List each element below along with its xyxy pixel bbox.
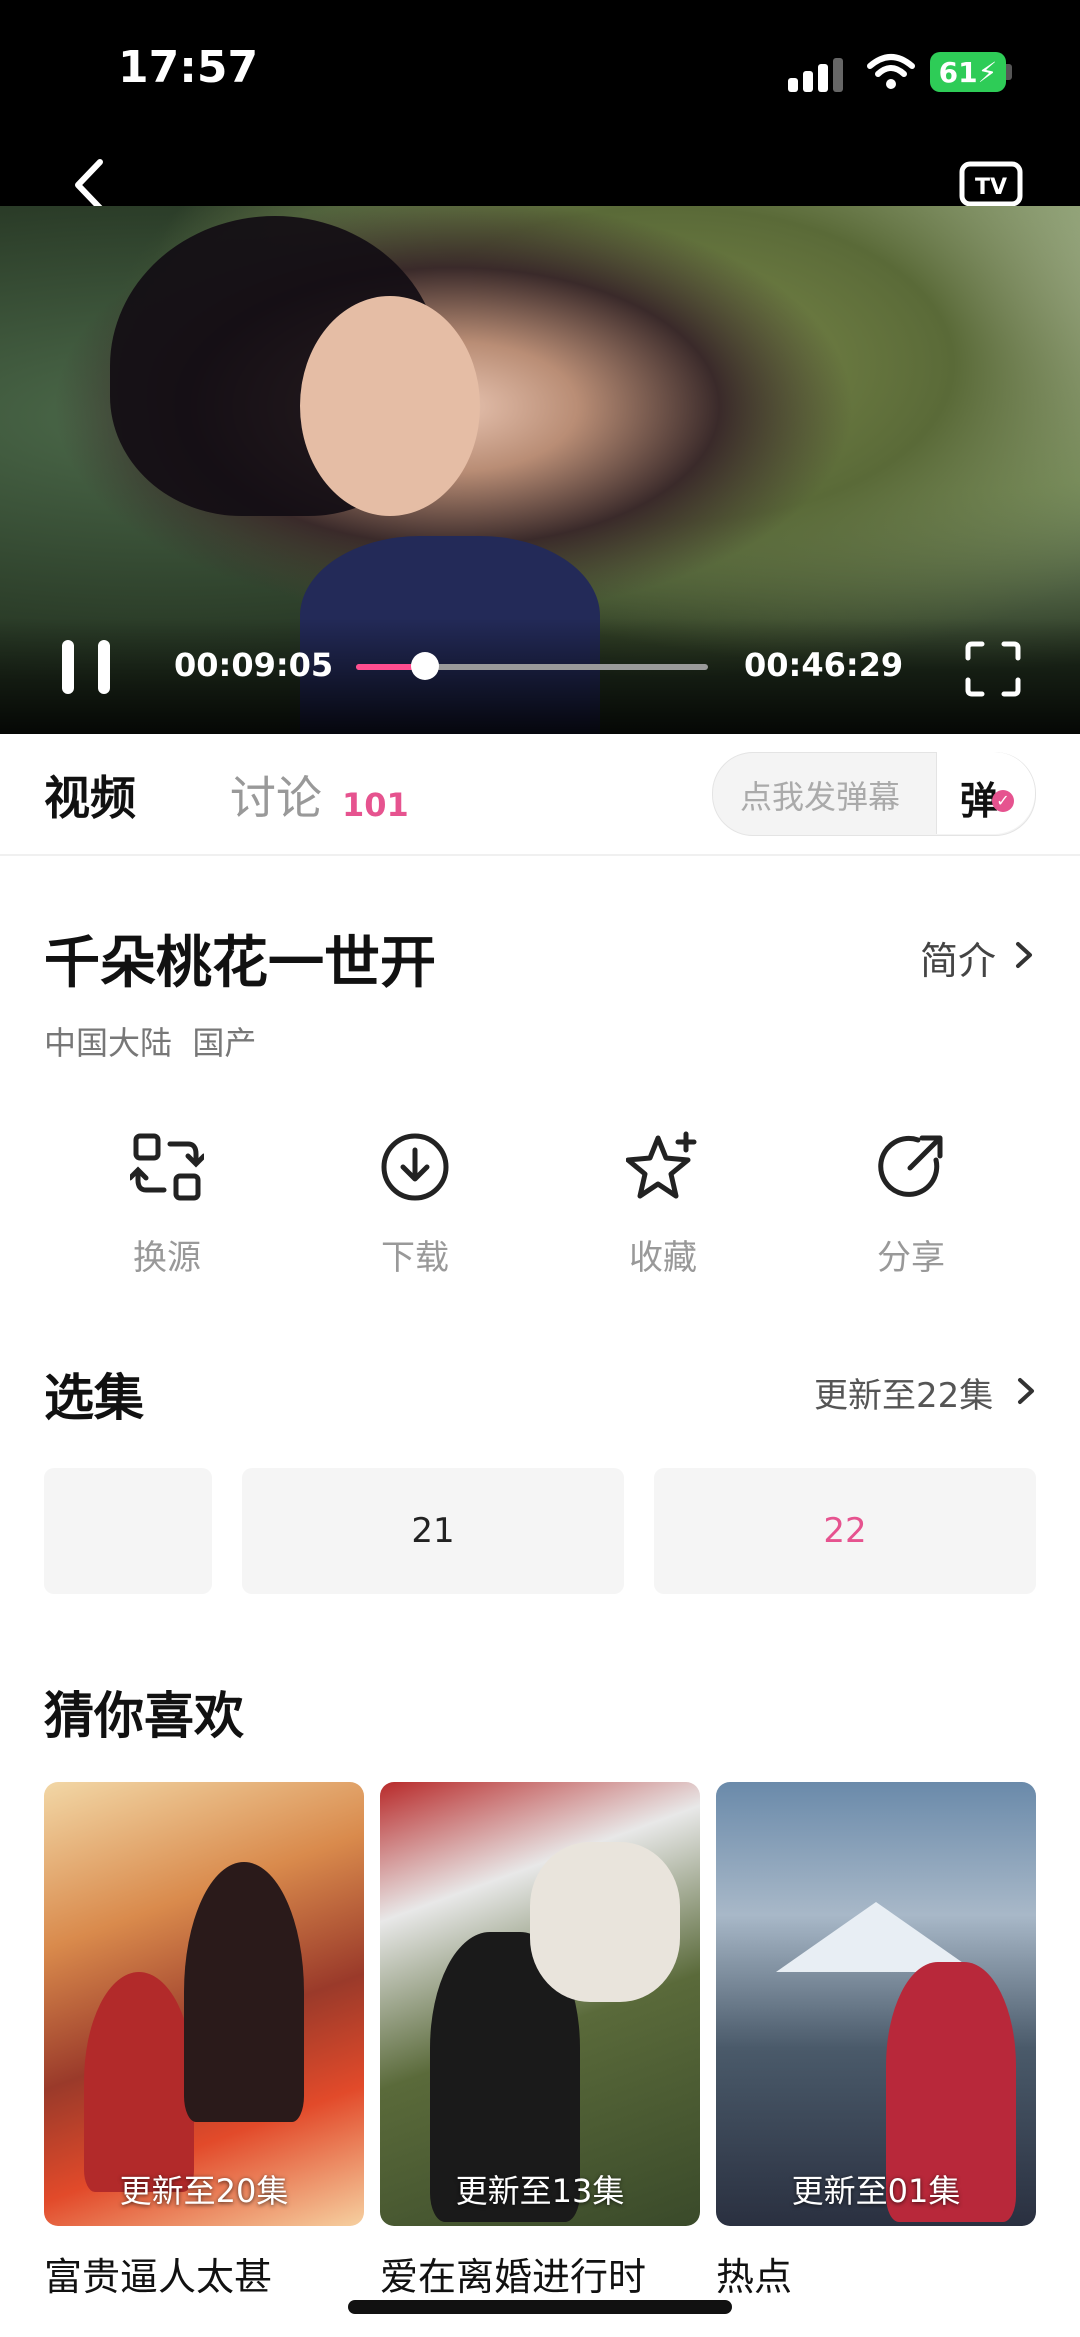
divider [0, 854, 1080, 856]
recommend-card-title[interactable]: 爱在离婚进行时 [380, 2246, 646, 2301]
status-time: 17:57 [118, 42, 259, 93]
recommend-card[interactable]: 更新至13集 [380, 1782, 700, 2226]
switch-source-icon [127, 1133, 207, 1201]
action-label: 换源 [133, 1238, 201, 1278]
poster-figure [530, 1842, 680, 2002]
recommend-card-title[interactable]: 热点 [716, 2246, 792, 2301]
discuss-count-badge: 101 [342, 786, 409, 824]
current-time: 00:09:05 [174, 646, 334, 684]
danmaku-placeholder[interactable]: 点我发弹幕 [740, 772, 900, 818]
battery-tip [1006, 64, 1012, 80]
switch-source-button[interactable]: 换源 [92, 1130, 242, 1279]
progress-knob[interactable] [410, 652, 439, 680]
episodes-update-link[interactable]: 更新至22集 [814, 1368, 993, 1417]
download-button[interactable]: 下载 [340, 1130, 490, 1279]
favorite-star-icon [625, 1131, 697, 1199]
episodes-title: 选集 [44, 1369, 144, 1427]
recommend-card[interactable]: 更新至20集 [44, 1782, 364, 2226]
tab-discuss[interactable]: 讨论 [230, 762, 322, 828]
show-title: 千朵桃花一世开 [44, 931, 436, 996]
recommend-title: 猜你喜欢 [44, 1687, 244, 1745]
update-badge: 更新至01集 [791, 2172, 961, 2210]
player-controls-overlay [0, 618, 1080, 734]
action-label: 下载 [381, 1238, 449, 1278]
svg-text:TV: TV [975, 175, 1007, 200]
video-frame-figure-face [300, 296, 480, 516]
check-icon: ✓ [992, 790, 1014, 812]
update-badge: 更新至20集 [119, 2172, 289, 2210]
status-bar [0, 0, 1080, 206]
home-indicator [348, 2300, 732, 2314]
episode-item[interactable]: 21 [242, 1468, 624, 1594]
poster-figure [84, 1972, 194, 2192]
total-time: 00:46:29 [744, 646, 904, 684]
recommend-card[interactable]: 更新至01集 [716, 1782, 1036, 2226]
favorite-button[interactable]: 收藏 [588, 1130, 738, 1279]
recommend-card-title[interactable]: 富贵逼人太甚 [44, 2246, 272, 2301]
chevron-right-icon[interactable] [1014, 1374, 1038, 1408]
episode-item[interactable] [44, 1468, 212, 1594]
episode-item-active[interactable]: 22 [654, 1468, 1036, 1594]
battery-indicator: 61 ⚡ [930, 52, 1006, 92]
wifi-icon [867, 54, 915, 89]
fullscreen-icon[interactable] [964, 640, 1022, 698]
show-meta: 中国大陆 国产 [44, 1024, 257, 1062]
poster-figure [184, 1862, 304, 2122]
action-label: 收藏 [629, 1238, 697, 1278]
pause-button[interactable] [58, 640, 118, 696]
share-icon [878, 1135, 943, 1197]
share-button[interactable]: 分享 [836, 1130, 986, 1279]
download-icon [381, 1133, 449, 1201]
cellular-signal-icon [788, 58, 843, 92]
action-label: 分享 [877, 1238, 945, 1278]
chevron-right-icon[interactable] [1012, 938, 1036, 972]
tab-video[interactable]: 视频 [44, 762, 136, 828]
update-badge: 更新至13集 [455, 2172, 625, 2210]
intro-link[interactable]: 简介 [920, 930, 996, 985]
